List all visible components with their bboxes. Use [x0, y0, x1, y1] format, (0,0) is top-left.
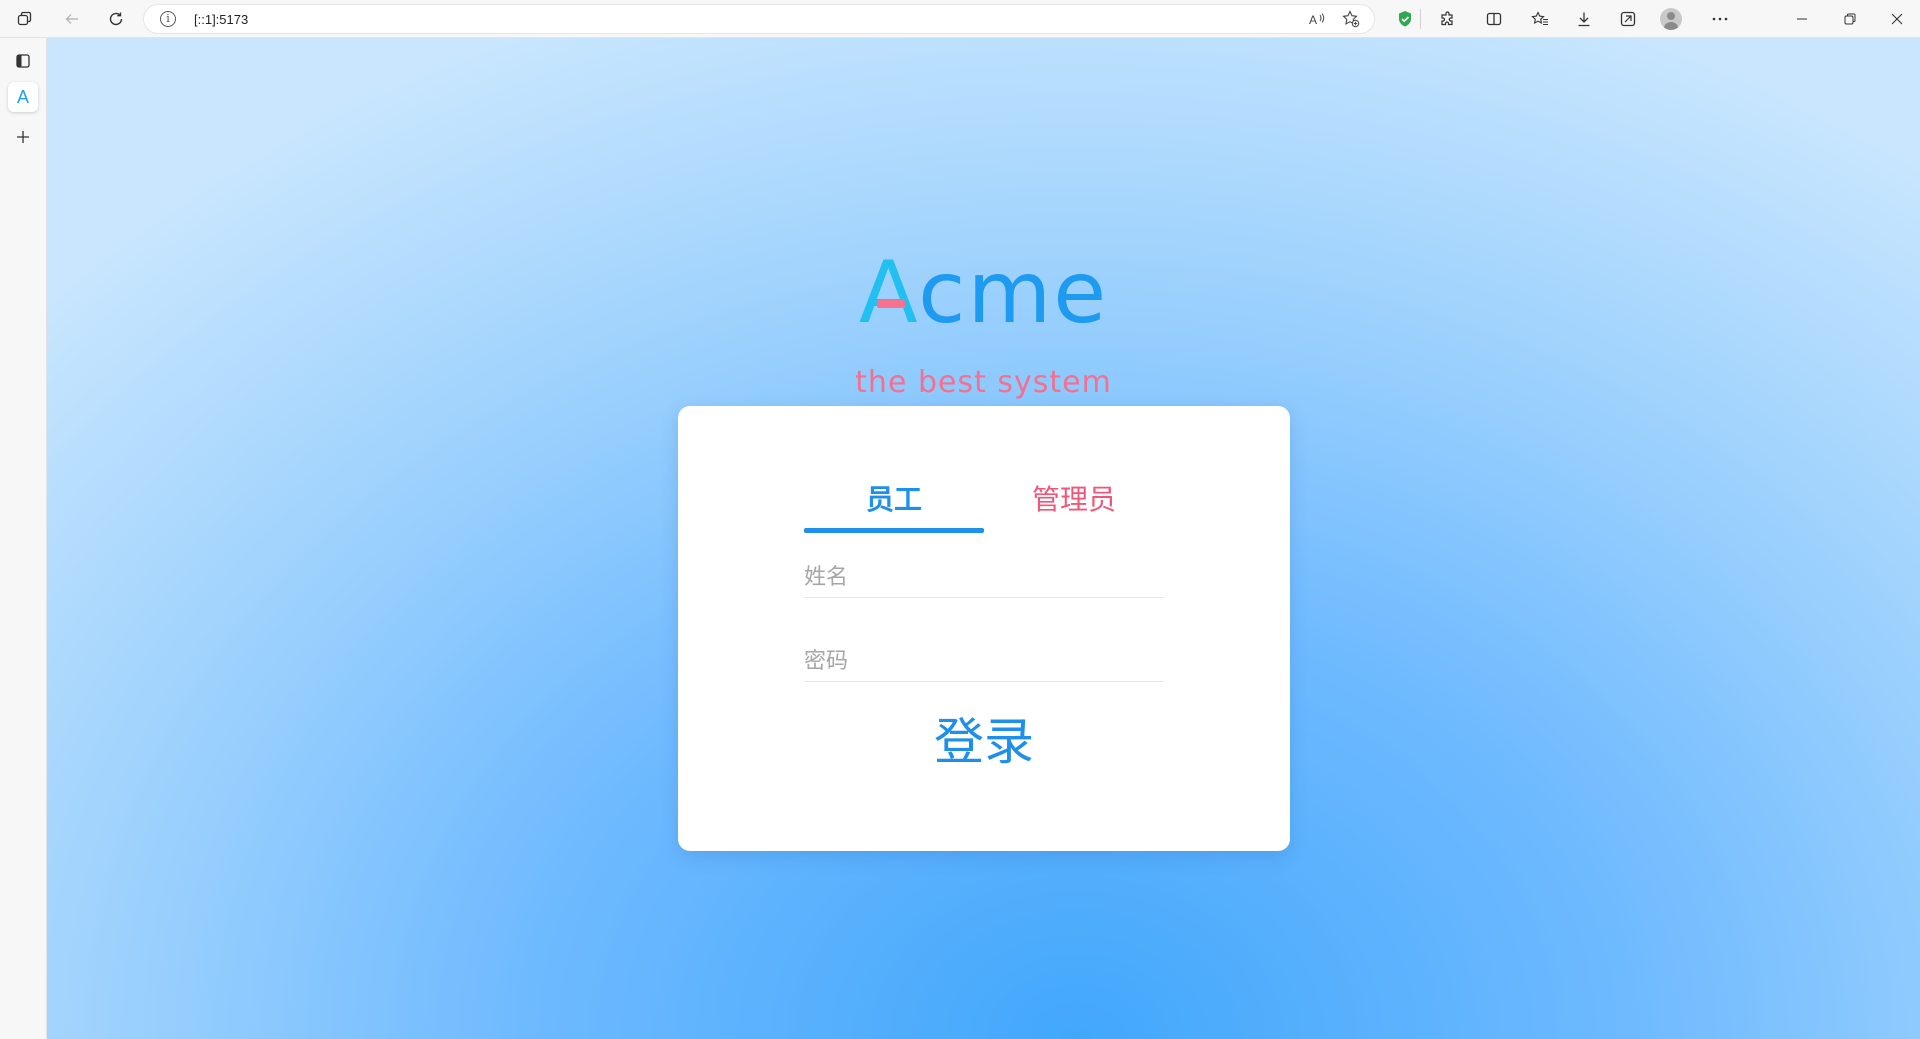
logo-letter-a: A: [858, 243, 919, 343]
logo-accent-bar: [876, 300, 905, 308]
downloads-icon[interactable]: [1572, 7, 1596, 31]
browser-sidebar: A: [0, 38, 47, 1039]
split-screen-icon[interactable]: [1482, 7, 1506, 31]
browser-toolbar: i [::1]:5173 A: [0, 0, 1920, 38]
logo: Acme the best system: [47, 250, 1920, 400]
toolbar-separator: [1420, 9, 1421, 29]
close-icon[interactable]: [1885, 7, 1909, 31]
read-aloud-icon[interactable]: A: [1306, 8, 1328, 30]
logo-rest: cme: [918, 243, 1109, 343]
login-button[interactable]: 登录: [884, 702, 1084, 772]
svg-text:A: A: [1309, 13, 1317, 26]
add-favorite-icon[interactable]: [1340, 8, 1362, 30]
tab-admin[interactable]: 管理员: [984, 480, 1164, 520]
screenshot-icon[interactable]: [1616, 7, 1640, 31]
url-text[interactable]: [::1]:5173: [194, 12, 248, 27]
profile-avatar-icon[interactable]: [1660, 8, 1682, 30]
name-input[interactable]: [804, 558, 1164, 598]
app-tab-icon[interactable]: A: [8, 82, 38, 112]
back-arrow-icon[interactable]: [60, 7, 84, 31]
page-viewport: Acme the best system 员工 管理员 登录: [47, 38, 1920, 1039]
favorites-icon[interactable]: [1528, 7, 1552, 31]
refresh-icon[interactable]: [104, 7, 128, 31]
vertical-tabs-icon[interactable]: [8, 46, 38, 76]
active-tab-indicator: [804, 528, 984, 533]
tab-actions-icon[interactable]: [13, 7, 37, 31]
address-bar[interactable]: i [::1]:5173 A: [143, 4, 1375, 34]
minimize-icon[interactable]: [1790, 7, 1814, 31]
site-info-icon[interactable]: i: [160, 11, 176, 27]
more-options-icon[interactable]: [1708, 7, 1732, 31]
shield-extension-icon[interactable]: [1393, 7, 1417, 31]
add-tab-icon[interactable]: [8, 122, 38, 152]
login-card: 员工 管理员 登录: [678, 406, 1290, 851]
logo-tagline: the best system: [855, 365, 1112, 400]
restore-icon[interactable]: [1838, 7, 1862, 31]
tab-employee[interactable]: 员工: [804, 480, 984, 520]
password-input[interactable]: [804, 642, 1164, 682]
extensions-icon[interactable]: [1436, 7, 1460, 31]
logo-wordmark: Acme: [859, 250, 1108, 336]
